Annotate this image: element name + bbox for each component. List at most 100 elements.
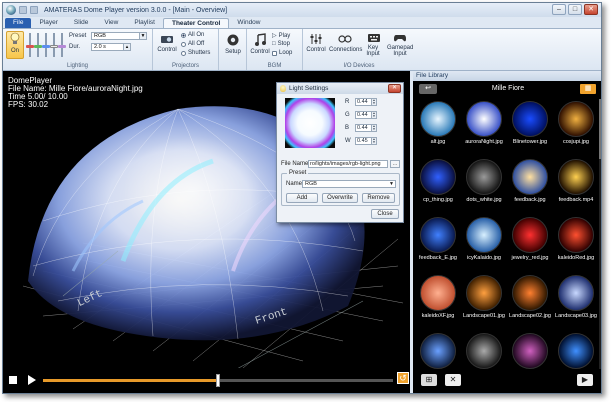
library-item[interactable]: cp_thing.jpg <box>415 157 461 213</box>
gamepad-input-button[interactable]: Gamepad Input <box>387 33 413 57</box>
library-item[interactable]: Landscape01.jpg <box>461 273 507 329</box>
library-item[interactable] <box>415 331 461 369</box>
music-note-icon <box>255 33 266 46</box>
library-thumbnail <box>420 333 456 369</box>
file-name-label: File Name <box>281 161 309 167</box>
lighting-slider-b[interactable] <box>42 33 50 57</box>
bgm-play-button[interactable]: ▷ Play <box>272 32 291 40</box>
spinner-arrows-icon[interactable]: ▲ ▼ <box>371 112 376 118</box>
browse-button[interactable]: … <box>390 160 400 168</box>
setup-button[interactable]: Setup <box>221 33 245 55</box>
library-item[interactable]: feedback.mp4 <box>553 157 599 213</box>
tab-player[interactable]: Player <box>31 18 65 28</box>
file-name-input[interactable]: ro/lights/images/rgb-light.png <box>308 160 388 168</box>
projector-control-button[interactable]: Control <box>155 33 179 53</box>
shutters-radio[interactable]: Shutters <box>181 50 210 56</box>
seek-handle[interactable] <box>216 374 220 387</box>
library-item-name: feedback_E.jpg <box>419 255 457 261</box>
tab-view[interactable]: View <box>96 18 126 28</box>
grid-view-icon[interactable]: ▦ <box>580 84 596 94</box>
library-item[interactable]: feedback_E.jpg <box>415 215 461 271</box>
all-on-radio[interactable]: All On <box>181 32 204 38</box>
seek-bar[interactable] <box>43 374 393 387</box>
library-item[interactable]: Landscape02.jpg <box>507 273 553 329</box>
library-item[interactable] <box>507 331 553 369</box>
add-preset-button[interactable]: Add <box>286 193 318 203</box>
library-item[interactable]: feedback.jpg <box>507 157 553 213</box>
chevron-down-icon: ▼ <box>389 181 394 187</box>
dialog-close-text-button[interactable]: Close <box>371 209 399 219</box>
lighting-slider-w[interactable] <box>50 33 58 57</box>
library-item-name: Blinetower.jpg <box>512 139 548 145</box>
g-spinner[interactable]: 0.44 ▲ ▼ <box>355 111 377 119</box>
library-item[interactable]: Landscape03.jpg <box>553 273 599 329</box>
bgm-group: Control ▷ Play □ Stop Loop BGM <box>247 29 303 70</box>
quick-access-undo-icon[interactable] <box>30 6 38 14</box>
lighting-on-button[interactable]: On <box>6 31 24 59</box>
io-control-button[interactable]: Control <box>305 33 327 53</box>
all-off-label: All Off <box>188 41 205 47</box>
lighting-slider-g[interactable] <box>34 33 42 57</box>
file-library-title: File Library <box>413 71 601 81</box>
library-item[interactable]: jewelry_red.jpg <box>507 215 553 271</box>
library-thumbnail <box>466 275 502 311</box>
tab-file[interactable]: File <box>5 18 32 28</box>
quick-access-save-icon[interactable] <box>19 6 27 14</box>
duration-spinner[interactable]: 2.0 s ▴ <box>91 43 131 51</box>
lighting-slider-r[interactable] <box>26 33 34 57</box>
all-off-radio[interactable]: All Off <box>181 41 204 47</box>
close-button[interactable]: ✕ <box>584 4 598 15</box>
overwrite-preset-button[interactable]: Overwrite <box>322 193 358 203</box>
stop-icon[interactable] <box>9 376 17 384</box>
key-input-button[interactable]: Key Input <box>363 33 385 57</box>
maximize-button[interactable]: □ <box>568 4 582 15</box>
play-file-icon[interactable]: ▶ <box>577 374 593 386</box>
setup-label: Setup <box>225 49 241 55</box>
tab-playlist[interactable]: Playlist <box>126 18 163 28</box>
file-library-panel: File Library ↩ Mille Fiore ▦ alt.jpg auro… <box>413 71 601 393</box>
tab-theater-control[interactable]: Theater Control <box>162 18 230 28</box>
io-group-label: I/O Devices <box>343 63 375 69</box>
library-item[interactable] <box>461 331 507 369</box>
library-item[interactable]: auroraNight.jpg <box>461 99 507 155</box>
bgm-stop-button[interactable]: □ Stop <box>272 41 290 47</box>
bgm-control-button[interactable]: Control <box>249 33 271 55</box>
b-value: 0.44 <box>357 125 368 131</box>
add-file-icon[interactable]: ⊞ <box>421 374 437 386</box>
preset-combo[interactable]: RGB ▼ <box>91 32 147 40</box>
preset-name-combo[interactable]: RGB ▼ <box>302 180 396 188</box>
tab-window[interactable]: Window <box>229 18 268 28</box>
library-item[interactable]: alt.jpg <box>415 99 461 155</box>
library-item[interactable]: icyKalaido.jpg <box>461 215 507 271</box>
library-item[interactable]: kaleidoXF.jpg <box>415 273 461 329</box>
lighting-slider-master[interactable] <box>58 33 66 57</box>
bgm-play-label: Play <box>278 32 291 39</box>
loop-icon[interactable]: ↺ <box>397 372 409 384</box>
library-thumbnail <box>420 275 456 311</box>
delete-file-icon[interactable]: ✕ <box>445 374 461 386</box>
library-scroll-thumb[interactable] <box>599 99 601 159</box>
io-control-label: Control <box>306 47 326 53</box>
bgm-loop-checkbox[interactable]: Loop <box>272 50 292 56</box>
library-item[interactable]: dots_white.jpg <box>461 157 507 213</box>
w-spinner[interactable]: 0.45 ▲ ▼ <box>355 137 377 145</box>
library-item[interactable]: cosjupi.jpg <box>553 99 599 155</box>
dialog-close-button[interactable]: ✕ <box>388 84 401 93</box>
library-item[interactable]: kaleidoRed.jpg <box>553 215 599 271</box>
remove-preset-button[interactable]: Remove <box>362 193 395 203</box>
library-item[interactable] <box>553 331 599 369</box>
spinner-arrows-icon[interactable]: ▲ ▼ <box>371 138 376 144</box>
library-scrollbar[interactable] <box>599 99 601 369</box>
minimize-button[interactable]: – <box>552 4 566 15</box>
play-icon[interactable] <box>28 375 36 385</box>
library-thumbnail <box>466 159 502 195</box>
spinner-arrows-icon[interactable]: ▲ ▼ <box>371 125 376 131</box>
r-spinner[interactable]: 0.44 ▲ ▼ <box>355 98 377 106</box>
b-spinner[interactable]: 0.44 ▲ ▼ <box>355 124 377 132</box>
spinner-arrows-icon[interactable]: ▲ ▼ <box>371 99 376 105</box>
library-thumbnail <box>466 217 502 253</box>
tab-slide[interactable]: Slide <box>66 18 96 28</box>
library-item[interactable]: Blinetower.jpg <box>507 99 553 155</box>
fps-overlay: FPS: 30.02 <box>8 100 49 109</box>
connections-button[interactable]: Connections <box>329 33 362 53</box>
